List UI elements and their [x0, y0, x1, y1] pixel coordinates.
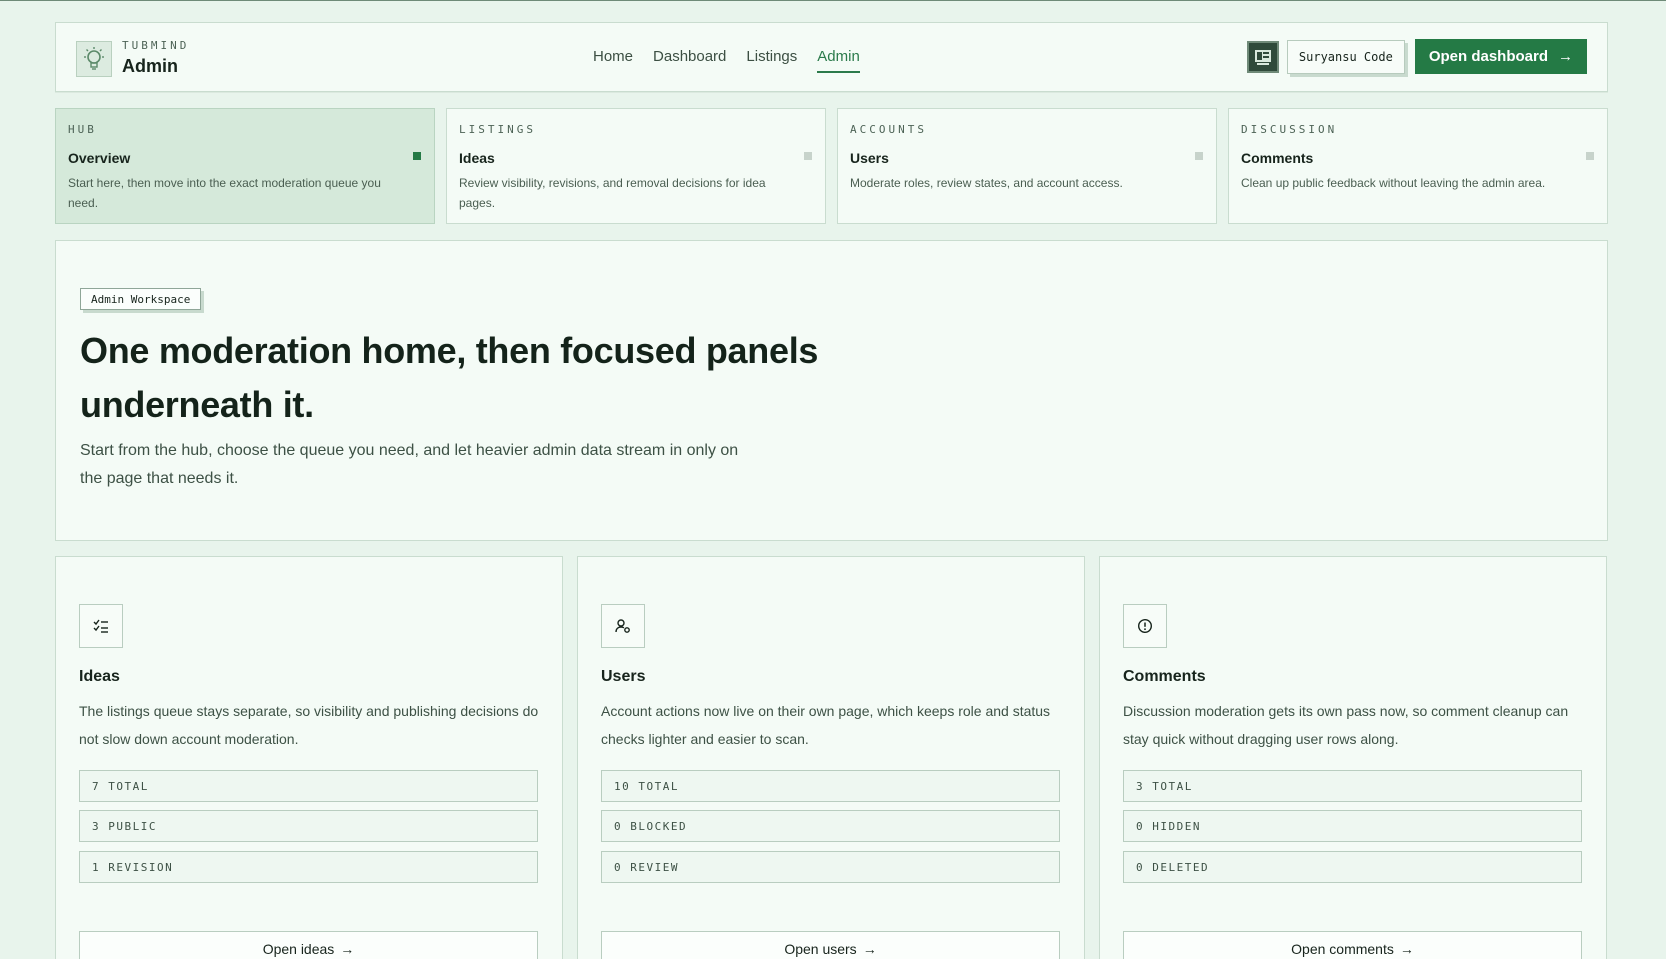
card-description: Account actions now live on their own pa…: [601, 703, 1051, 747]
brand[interactable]: TUBMIND Admin: [76, 39, 189, 78]
card-description: Discussion moderation gets its own pass …: [1123, 703, 1569, 747]
stat-hidden: 0 HIDDEN: [1123, 810, 1582, 842]
open-dashboard-label: Open dashboard: [1428, 48, 1548, 65]
users-card: Users Account actions now live on their …: [577, 556, 1085, 959]
stat-blocked: 0 BLOCKED: [601, 810, 1060, 842]
checklist-icon: [79, 604, 123, 648]
page-title: One moderation home, then focused panels…: [80, 330, 819, 425]
top-header: TUBMIND Admin Home Dashboard Listings Ad…: [55, 22, 1608, 92]
arrow-right-icon: →: [1399, 941, 1414, 957]
stat-deleted: 0 DELETED: [1123, 851, 1582, 883]
tab-overview[interactable]: HUB Overview Start here, then move into …: [55, 108, 435, 224]
workspace-badge: Admin Workspace: [80, 288, 202, 310]
tab-description: Clean up public feedback without leaving…: [1241, 176, 1546, 190]
tab-description: Review visibility, revisions, and remova…: [459, 176, 766, 210]
main-nav: Home Dashboard Listings Admin: [593, 48, 880, 73]
inactive-indicator: [804, 152, 812, 160]
arrow-right-icon: →: [1558, 48, 1573, 65]
tab-title: Users: [850, 150, 889, 166]
tab-title: Comments: [1241, 150, 1314, 166]
open-users-button[interactable]: Open users →: [601, 931, 1060, 959]
card-title: Users: [601, 668, 646, 685]
card-title: Comments: [1123, 668, 1206, 685]
hero-panel: Admin Workspace One moderation home, the…: [55, 240, 1608, 541]
tab-eyebrow: LISTINGS: [459, 123, 536, 136]
stat-revision: 1 REVISION: [79, 851, 538, 883]
page-subtitle: Start from the hub, choose the queue you…: [80, 442, 739, 487]
tab-title: Overview: [68, 150, 131, 166]
card-title: Ideas: [79, 668, 120, 685]
card-description: The listings queue stays separate, so vi…: [79, 703, 539, 747]
arrow-right-icon: →: [862, 941, 877, 957]
stat-public: 3 PUBLIC: [79, 810, 538, 842]
comments-card: Comments Discussion moderation gets its …: [1099, 556, 1607, 959]
open-dashboard-button[interactable]: Open dashboard →: [1414, 39, 1587, 74]
nav-listings[interactable]: Listings: [746, 48, 797, 73]
tab-description: Start here, then move into the exact mod…: [68, 176, 381, 210]
stat-total: 3 TOTAL: [1123, 770, 1582, 802]
stat-total: 7 TOTAL: [79, 770, 538, 802]
brand-title: Admin: [122, 56, 178, 76]
brand-eyebrow: TUBMIND: [122, 39, 190, 52]
button-label: Open ideas: [262, 941, 335, 957]
open-comments-button[interactable]: Open comments →: [1123, 931, 1582, 959]
arrow-right-icon: →: [340, 941, 355, 957]
lightbulb-logo-icon: [76, 40, 112, 77]
alert-circle-icon: [1123, 604, 1167, 648]
button-label: Open comments: [1291, 941, 1394, 957]
tab-eyebrow: HUB: [68, 123, 97, 136]
nav-home[interactable]: Home: [593, 48, 633, 73]
open-ideas-button[interactable]: Open ideas →: [79, 931, 538, 959]
tab-comments[interactable]: DISCUSSION Comments Clean up public feed…: [1228, 108, 1608, 224]
active-indicator: [413, 152, 421, 160]
ideas-card: Ideas The listings queue stays separate,…: [55, 556, 563, 959]
user-name-chip[interactable]: Suryansu Code: [1286, 39, 1405, 74]
inactive-indicator: [1586, 152, 1594, 160]
nav-admin[interactable]: Admin: [817, 48, 860, 73]
tab-title: Ideas: [459, 150, 495, 166]
nav-dashboard[interactable]: Dashboard: [653, 48, 726, 73]
tab-eyebrow: DISCUSSION: [1241, 123, 1338, 136]
tab-description: Moderate roles, review states, and accou…: [850, 176, 1123, 190]
avatar[interactable]: [1246, 40, 1279, 73]
inactive-indicator: [1195, 152, 1203, 160]
tab-eyebrow: ACCOUNTS: [850, 123, 927, 136]
button-label: Open users: [784, 941, 857, 957]
stat-review: 0 REVIEW: [601, 851, 1060, 883]
user-gear-icon: [601, 604, 645, 648]
tab-ideas[interactable]: LISTINGS Ideas Review visibility, revisi…: [446, 108, 826, 224]
tab-users[interactable]: ACCOUNTS Users Moderate roles, review st…: [837, 108, 1217, 224]
stat-total: 10 TOTAL: [601, 770, 1060, 802]
